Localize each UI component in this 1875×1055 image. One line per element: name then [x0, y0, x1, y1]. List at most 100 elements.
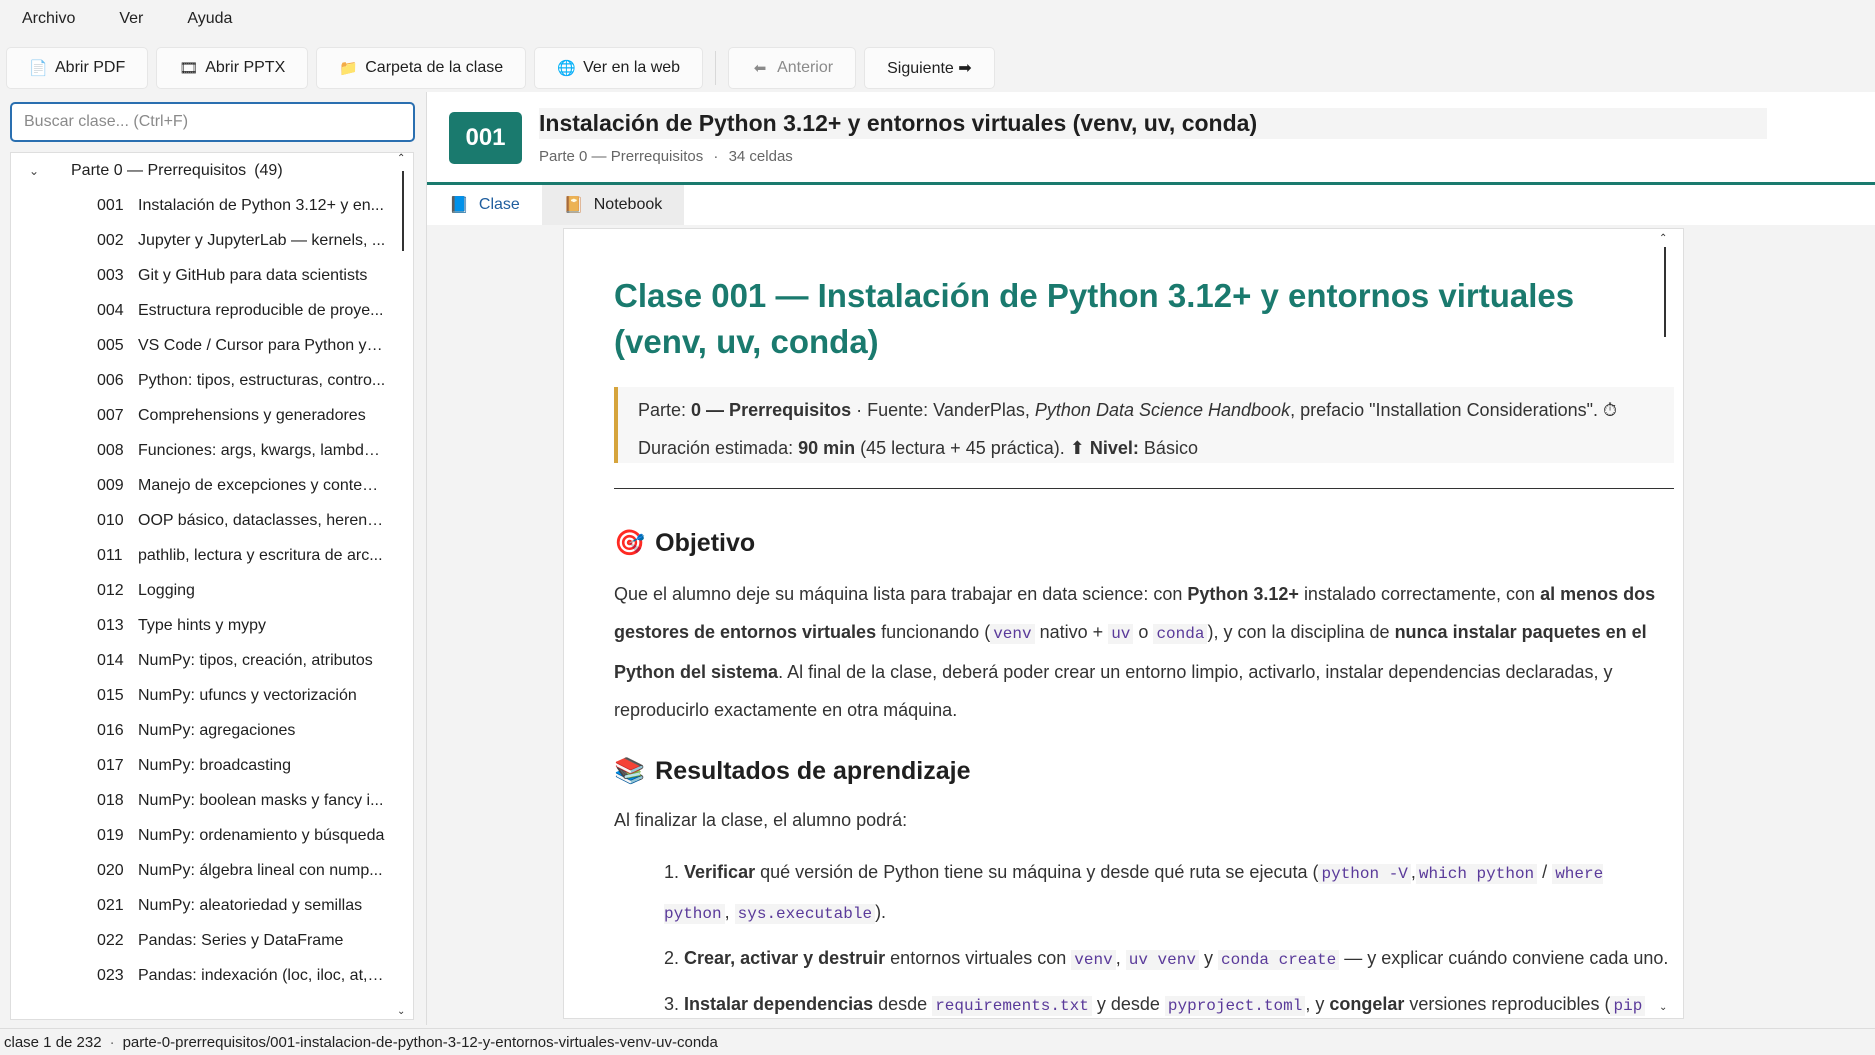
- divider: [614, 488, 1674, 489]
- tree-item-010[interactable]: 010 OOP básico, dataclasses, herencia: [11, 503, 413, 538]
- view-web-button[interactable]: 🌐 Ver en la web: [534, 47, 704, 89]
- duration-rest: (45 lectura + 45 práctica).: [860, 438, 1065, 458]
- scroll-down-icon[interactable]: ⌄: [397, 1006, 405, 1017]
- status-separator: ·: [109, 1033, 115, 1051]
- menu-bar: Archivo Ver Ayuda: [0, 0, 1875, 38]
- folder-icon: 📁: [339, 60, 358, 77]
- tree-item-007[interactable]: 007 Comprehensions y generadores: [11, 398, 413, 433]
- tree-item-004[interactable]: 004 Estructura reproducible de proye...: [11, 293, 413, 328]
- tree-item-number: 001: [97, 196, 124, 214]
- tab-clase[interactable]: 📘 Clase: [427, 185, 542, 225]
- objective-text-6: ), y con la disciplina de: [1207, 622, 1390, 642]
- tree-item-015[interactable]: 015 NumPy: ufuncs y vectorización: [11, 678, 413, 713]
- tree-scroll-thumb[interactable]: [402, 171, 404, 251]
- outcome-1-text-3: /: [1542, 862, 1548, 882]
- previous-button[interactable]: ⬅ Anterior: [728, 47, 857, 89]
- tree-item-013[interactable]: 013 Type hints y mypy: [11, 608, 413, 643]
- objective-text-3: funcionando (: [881, 622, 991, 642]
- class-meta: Parte 0 — Prerrequisitos · 34 celdas: [539, 148, 793, 165]
- menu-ayuda[interactable]: Ayuda: [165, 10, 254, 28]
- tree-item-009[interactable]: 009 Manejo de excepciones y context...: [11, 468, 413, 503]
- tree-item-023[interactable]: 023 Pandas: indexación (loc, iloc, at, i.…: [11, 958, 413, 993]
- tree-scrollbar[interactable]: ⌃ ⌄: [397, 153, 409, 1017]
- tree-item-title: pathlib, lectura y escritura de arc...: [138, 546, 383, 564]
- tree-item-012[interactable]: 012 Logging: [11, 573, 413, 608]
- tab-notebook[interactable]: 📔 Notebook: [541, 185, 685, 225]
- tree-item-number: 012: [97, 581, 124, 599]
- objective-text-4: nativo +: [1039, 622, 1104, 642]
- search-input[interactable]: [10, 102, 415, 142]
- scroll-down-icon[interactable]: ⌄: [1659, 1002, 1667, 1013]
- tree-item-020[interactable]: 020 NumPy: álgebra lineal con nump...: [11, 853, 413, 888]
- outcomes-heading-text: Resultados de aprendizaje: [655, 757, 971, 785]
- tree-item-number: 005: [97, 336, 124, 354]
- tree-item-017[interactable]: 017 NumPy: broadcasting: [11, 748, 413, 783]
- tree-item-022[interactable]: 022 Pandas: Series y DataFrame: [11, 923, 413, 958]
- tree-item-number: 015: [97, 686, 124, 704]
- open-pdf-label: Abrir PDF: [55, 59, 126, 76]
- tree-item-016[interactable]: 016 NumPy: agregaciones: [11, 713, 413, 748]
- outcome-2-bold: Crear, activar y destruir: [684, 948, 886, 968]
- tree-item-number: 004: [97, 301, 124, 319]
- outcome-1-text-5: ).: [875, 902, 887, 922]
- menu-ver[interactable]: Ver: [97, 10, 165, 28]
- tree-item-005[interactable]: 005 VS Code / Cursor para Python y J...: [11, 328, 413, 363]
- class-folder-button[interactable]: 📁 Carpeta de la clase: [316, 47, 527, 89]
- open-pptx-button[interactable]: 🎞 Abrir PPTX: [156, 47, 309, 89]
- class-part: Parte 0 — Prerrequisitos: [539, 148, 704, 165]
- level-label: Nivel:: [1089, 438, 1139, 458]
- tree-item-014[interactable]: 014 NumPy: tipos, creación, atributos: [11, 643, 413, 678]
- objective-heading-text: Objetivo: [655, 529, 756, 557]
- tree-item-title: Manejo de excepciones y context...: [138, 476, 386, 494]
- status-path: parte-0-prerrequisitos/001-instalacion-d…: [122, 1033, 718, 1051]
- tree-item-number: 018: [97, 791, 124, 809]
- tree-item-018[interactable]: 018 NumPy: boolean masks y fancy i...: [11, 783, 413, 818]
- tree-item-title: Python: tipos, estructuras, contro...: [138, 371, 386, 389]
- sidebar: ⌄ Parte 0 — Prerrequisitos (49) 001 Insta…: [0, 92, 424, 1025]
- tree-group-parte-0[interactable]: ⌄ Parte 0 — Prerrequisitos (49): [11, 153, 413, 188]
- outcome-3-text-1: desde: [878, 994, 928, 1014]
- scroll-up-icon[interactable]: ⌃: [1659, 233, 1667, 244]
- tree-item-title: NumPy: ufuncs y vectorización: [138, 686, 357, 704]
- tree-item-title: Pandas: indexación (loc, iloc, at, i...: [138, 966, 386, 984]
- toolbar: 📄 Abrir PDF 🎞 Abrir PPTX 📁 Carpeta de la…: [0, 44, 995, 92]
- tree-item-002[interactable]: 002 Jupyter y JupyterLab — kernels, ...: [11, 223, 413, 258]
- previous-label: Anterior: [777, 59, 834, 76]
- code-requirements-txt: requirements.txt: [932, 996, 1092, 1016]
- duration-label: Duración estimada:: [638, 438, 794, 458]
- tree-item-011[interactable]: 011 pathlib, lectura y escritura de arc..…: [11, 538, 413, 573]
- tree-item-title: NumPy: broadcasting: [138, 756, 291, 774]
- tree-item-001[interactable]: 001 Instalación de Python 3.12+ y en...: [11, 188, 413, 223]
- outcome-3-text-4: versiones reproducibles (: [1409, 994, 1611, 1014]
- document-scrollbar[interactable]: ⌃ ⌄: [1659, 233, 1673, 1013]
- tree-item-title: NumPy: ordenamiento y búsqueda: [138, 826, 385, 844]
- class-document[interactable]: Clase 001 — Instalación de Python 3.12+ …: [563, 228, 1684, 1019]
- notebook-icon: 📔: [563, 197, 584, 214]
- tree-item-008[interactable]: 008 Funciones: args, kwargs, lambdas...: [11, 433, 413, 468]
- open-pdf-button[interactable]: 📄 Abrir PDF: [6, 47, 149, 89]
- tree-item-number: 021: [97, 896, 124, 914]
- tree-item-006[interactable]: 006 Python: tipos, estructuras, contro...: [11, 363, 413, 398]
- objective-paragraph: Que el alumno deje su máquina lista para…: [614, 575, 1674, 729]
- scroll-up-icon[interactable]: ⌃: [397, 153, 405, 164]
- code-conda-create: conda create: [1217, 950, 1340, 970]
- tree-item-number: 006: [97, 371, 124, 389]
- tree-item-019[interactable]: 019 NumPy: ordenamiento y búsqueda: [11, 818, 413, 853]
- document-scroll-thumb[interactable]: [1664, 247, 1666, 337]
- part-label: Parte:: [638, 400, 687, 420]
- code-sys-executable: sys.executable: [734, 904, 876, 924]
- outcome-2-text-4: — y explicar cuándo conviene cada uno.: [1344, 948, 1669, 968]
- tree-item-021[interactable]: 021 NumPy: aleatoriedad y semillas: [11, 888, 413, 923]
- tree-item-number: 016: [97, 721, 124, 739]
- objective-heading: 🎯 Objetivo: [614, 529, 755, 558]
- next-button[interactable]: Siguiente ➡: [864, 47, 995, 89]
- chevron-down-icon[interactable]: ⌄: [29, 164, 59, 178]
- tree-item-number: 013: [97, 616, 124, 634]
- tree-item-003[interactable]: 003 Git y GitHub para data scientists: [11, 258, 413, 293]
- tree-item-title: Jupyter y JupyterLab — kernels, ...: [138, 231, 386, 249]
- tree-item-title: Pandas: Series y DataFrame: [138, 931, 344, 949]
- tree-item-title: Git y GitHub para data scientists: [138, 266, 368, 284]
- menu-archivo[interactable]: Archivo: [0, 10, 97, 28]
- outcome-3-text-3: , y: [1305, 994, 1325, 1014]
- outcome-2-text-1: entornos virtuales con: [890, 948, 1067, 968]
